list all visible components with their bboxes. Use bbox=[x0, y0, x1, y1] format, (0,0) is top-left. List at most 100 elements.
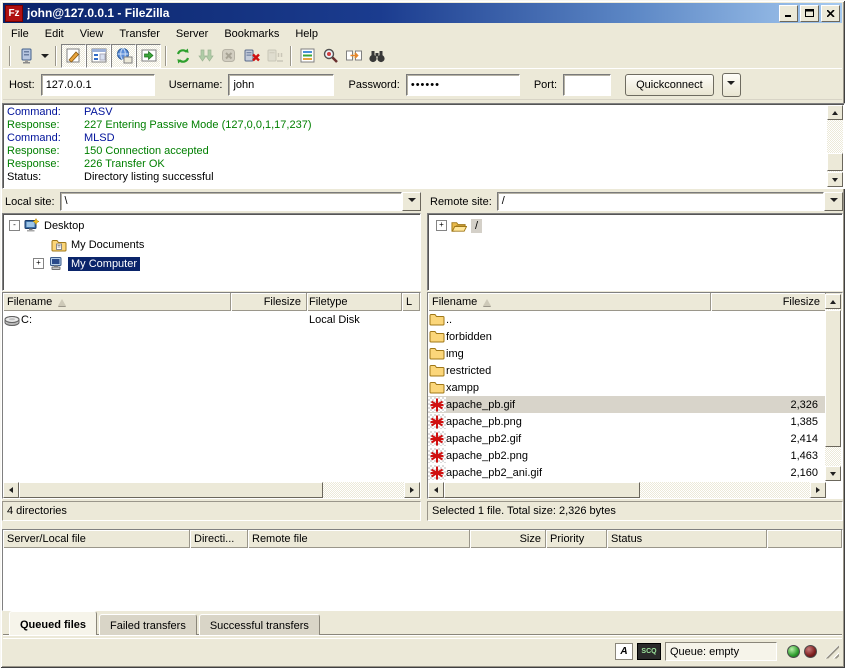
column-header-filename[interactable]: Filename bbox=[3, 293, 231, 311]
remote-file-row[interactable]: apache_pb2.png 1,463 bbox=[428, 447, 826, 464]
column-header-priority[interactable]: Priority bbox=[546, 530, 607, 548]
resize-grip[interactable] bbox=[825, 645, 839, 659]
minimize-button[interactable] bbox=[779, 5, 798, 22]
remote-file-row[interactable]: xampp bbox=[428, 379, 826, 396]
reconnect-button[interactable] bbox=[263, 45, 286, 67]
scrollbar-thumb[interactable] bbox=[827, 153, 843, 171]
column-header-filesize[interactable]: Filesize bbox=[711, 293, 826, 311]
tree-item-my-computer[interactable]: + My Computer bbox=[3, 254, 420, 273]
remote-file-row[interactable]: apache_pb2.gif 2,414 bbox=[428, 430, 826, 447]
remote-site-value[interactable]: / bbox=[497, 192, 824, 211]
scroll-up-button[interactable] bbox=[825, 294, 841, 309]
find-files-button[interactable] bbox=[365, 45, 388, 67]
remote-vertical-scrollbar[interactable] bbox=[825, 294, 841, 481]
toggle-message-log-button[interactable] bbox=[61, 44, 86, 68]
local-site-value[interactable]: \ bbox=[60, 192, 402, 211]
speed-limit-indicator-icon[interactable]: SCQ bbox=[637, 643, 661, 660]
close-button[interactable] bbox=[821, 5, 840, 22]
remote-site-dropdown-button[interactable] bbox=[824, 192, 843, 211]
tree-item-my-documents[interactable]: My Documents bbox=[3, 235, 420, 254]
tree-item-desktop[interactable]: - Desktop bbox=[3, 216, 420, 235]
scrollbar-thumb[interactable] bbox=[825, 310, 841, 447]
log-vertical-scrollbar[interactable] bbox=[827, 105, 843, 187]
toggle-remote-tree-button[interactable] bbox=[111, 44, 136, 68]
queue-body[interactable] bbox=[3, 548, 842, 610]
remote-site-combobox[interactable]: / bbox=[497, 192, 843, 211]
username-input[interactable] bbox=[228, 74, 334, 96]
disconnect-icon bbox=[243, 47, 261, 65]
remote-file-row[interactable]: restricted bbox=[428, 362, 826, 379]
menu-view[interactable]: View bbox=[72, 26, 112, 42]
local-site-combobox[interactable]: \ bbox=[60, 192, 421, 211]
remote-file-row[interactable]: img bbox=[428, 345, 826, 362]
log-line: Response:227 Entering Passive Mode (127,… bbox=[5, 119, 826, 132]
process-queue-button[interactable] bbox=[194, 45, 217, 67]
expand-expander[interactable]: + bbox=[33, 258, 44, 269]
tree-item-root[interactable]: + / bbox=[428, 216, 842, 235]
local-file-row[interactable]: C: Local Disk bbox=[3, 311, 420, 328]
tab-queued-files[interactable]: Queued files bbox=[9, 611, 97, 635]
tab-successful-transfers[interactable]: Successful transfers bbox=[199, 614, 320, 635]
collapse-expander[interactable]: - bbox=[9, 220, 20, 231]
site-manager-dropdown-button[interactable] bbox=[38, 45, 51, 67]
site-manager-button[interactable] bbox=[15, 45, 38, 67]
sort-ascending-icon bbox=[58, 299, 66, 306]
cancel-operation-button[interactable] bbox=[217, 45, 240, 67]
menu-file[interactable]: File bbox=[3, 26, 37, 42]
synchronized-browsing-button[interactable] bbox=[342, 45, 365, 67]
remote-file-row[interactable]: forbidden bbox=[428, 328, 826, 345]
menu-transfer[interactable]: Transfer bbox=[111, 26, 168, 42]
column-header-filesize[interactable]: Filesize bbox=[231, 293, 307, 311]
scrollbar-thumb[interactable] bbox=[444, 482, 640, 498]
tab-failed-transfers[interactable]: Failed transfers bbox=[99, 614, 197, 635]
scroll-left-button[interactable] bbox=[428, 482, 444, 498]
host-input[interactable] bbox=[41, 74, 155, 96]
local-site-dropdown-button[interactable] bbox=[402, 192, 421, 211]
connection-led-green-icon bbox=[787, 645, 800, 658]
column-header-remote-file[interactable]: Remote file bbox=[248, 530, 470, 548]
quickconnect-button[interactable]: Quickconnect bbox=[625, 74, 714, 96]
menu-edit[interactable]: Edit bbox=[37, 26, 72, 42]
expand-expander[interactable]: + bbox=[436, 220, 447, 231]
menu-bookmarks[interactable]: Bookmarks bbox=[216, 26, 287, 42]
remote-file-row[interactable]: .. bbox=[428, 311, 826, 328]
scrollbar-thumb[interactable] bbox=[19, 482, 323, 498]
disconnect-button[interactable] bbox=[240, 45, 263, 67]
directory-comparison-button[interactable] bbox=[319, 45, 342, 67]
local-horizontal-scrollbar[interactable] bbox=[3, 482, 420, 498]
column-header-status[interactable]: Status bbox=[607, 530, 767, 548]
maximize-button[interactable] bbox=[800, 5, 819, 22]
scroll-down-button[interactable] bbox=[825, 466, 841, 481]
column-header-direction[interactable]: Directi... bbox=[190, 530, 248, 548]
column-header-filetype[interactable]: Filetype bbox=[307, 293, 402, 311]
quickconnect-dropdown-button[interactable] bbox=[722, 73, 741, 97]
remote-horizontal-scrollbar[interactable] bbox=[428, 482, 826, 498]
remote-file-row[interactable]: apache_pb2_ani.gif 2,160 bbox=[428, 464, 826, 481]
queue-header: Server/Local file Directi... Remote file… bbox=[3, 530, 842, 548]
menu-server[interactable]: Server bbox=[168, 26, 216, 42]
scroll-right-button[interactable] bbox=[810, 482, 826, 498]
tree-item-label-selected: / bbox=[471, 219, 482, 233]
refresh-button[interactable] bbox=[171, 45, 194, 67]
quickconnect-bar: Host: Username: Password: Port: Quickcon… bbox=[3, 70, 842, 100]
remote-file-row[interactable]: apache_pb.png 1,385 bbox=[428, 413, 826, 430]
toggle-transfer-queue-button[interactable] bbox=[136, 44, 161, 68]
column-header-server-local-file[interactable]: Server/Local file bbox=[3, 530, 190, 548]
menu-help[interactable]: Help bbox=[287, 26, 326, 42]
scroll-down-button[interactable] bbox=[827, 172, 843, 187]
port-input[interactable] bbox=[563, 74, 611, 96]
folder-icon bbox=[428, 346, 446, 361]
scroll-right-button[interactable] bbox=[404, 482, 420, 498]
remote-site-label: Remote site: bbox=[427, 196, 497, 208]
transfer-type-indicator-icon[interactable]: A bbox=[615, 643, 633, 660]
column-header-last-modified[interactable]: L bbox=[402, 293, 420, 311]
column-header-filename[interactable]: Filename bbox=[428, 293, 711, 311]
remote-file-row-selected[interactable]: apache_pb.gif 2,326 bbox=[428, 396, 826, 413]
password-input[interactable] bbox=[406, 74, 520, 96]
scroll-up-button[interactable] bbox=[827, 105, 843, 120]
username-label: Username: bbox=[169, 79, 223, 91]
scroll-left-button[interactable] bbox=[3, 482, 19, 498]
toggle-local-tree-button[interactable] bbox=[86, 44, 111, 68]
column-header-size[interactable]: Size bbox=[470, 530, 546, 548]
directory-listing-filters-button[interactable] bbox=[296, 45, 319, 67]
